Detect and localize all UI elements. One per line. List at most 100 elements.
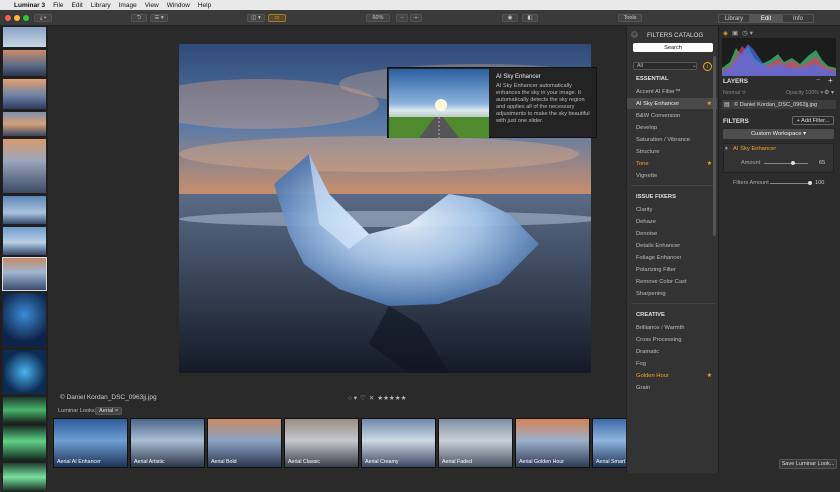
import-button[interactable]: ⤓ ▾	[34, 14, 52, 22]
filter-item[interactable]: Structure	[627, 146, 717, 157]
layers-icon[interactable]: ◈	[723, 29, 728, 37]
sidebar-toggle-button[interactable]: ◫ ▾	[247, 14, 265, 22]
filter-item[interactable]: Details Enhancer	[627, 240, 717, 251]
filters-amount-slider[interactable]	[770, 183, 810, 184]
filter-item[interactable]: Fog	[627, 358, 717, 369]
compare-button[interactable]: ◧	[522, 14, 538, 22]
close-icon[interactable]: ×	[631, 31, 638, 38]
filter-item-selected[interactable]: AI Sky Enhancer ★	[627, 98, 717, 109]
filter-item[interactable]: Tone ★	[627, 158, 717, 169]
history-button[interactable]: ⮌	[131, 14, 147, 22]
filmstrip-toggle-button[interactable]: ▭	[268, 14, 286, 22]
filter-item[interactable]: Dehaze	[627, 216, 717, 227]
filter-card-title[interactable]: AI Sky Enhancer	[733, 146, 776, 152]
gear-icon[interactable]: ⚙ ▾	[824, 89, 834, 96]
menu-file[interactable]: File	[53, 2, 63, 9]
look-thumbnail[interactable]: Aerial Golden Hour	[515, 418, 590, 468]
view-options-button[interactable]: ☰ ▾	[150, 14, 168, 22]
thumbnail[interactable]	[2, 462, 47, 492]
filter-item[interactable]: Sharpening	[627, 288, 717, 299]
amount-slider[interactable]	[764, 163, 808, 164]
catalog-filter-select[interactable]: All ⌄	[633, 62, 697, 70]
opacity-select[interactable]: Opacity 100% ▾	[786, 90, 823, 96]
menu-edit[interactable]: Edit	[72, 2, 83, 9]
look-thumbnail[interactable]: Aerial Artistic	[130, 418, 205, 468]
zoom-select[interactable]: 60%	[366, 14, 390, 22]
history-icon[interactable]: ◷ ▾	[742, 29, 753, 37]
filter-item[interactable]: B&W Conversion	[627, 110, 717, 121]
filter-item[interactable]: Polarizing Filter	[627, 264, 717, 275]
blend-mode-select[interactable]: Normal ≎	[723, 90, 746, 96]
tools-button[interactable]: Tools	[618, 14, 642, 22]
filter-item[interactable]: Brilliance / Warmth	[627, 322, 717, 333]
star-rating[interactable]: ★★★★★	[377, 394, 406, 402]
zoom-window-button[interactable]	[23, 15, 29, 21]
thumbnail[interactable]	[2, 226, 47, 256]
zoom-out-button[interactable]: −	[396, 14, 408, 22]
look-thumbnail[interactable]: Aerial Creamy	[361, 418, 436, 468]
close-window-button[interactable]	[5, 15, 11, 21]
star-icon[interactable]: ★	[707, 100, 712, 107]
catalog-scrollbar[interactable]	[713, 56, 716, 236]
app-name[interactable]: Luminar 3	[14, 2, 45, 9]
amount-value[interactable]: 65	[819, 160, 825, 166]
filter-item[interactable]: Develop	[627, 122, 717, 133]
look-thumbnail[interactable]: Aerial Bold	[207, 418, 282, 468]
filter-item[interactable]: Saturation / Vibrance	[627, 134, 717, 145]
filter-item[interactable]: Remove Color Cast	[627, 276, 717, 287]
reject-flag-icon[interactable]: ○ ▾	[348, 394, 357, 402]
layer-row[interactable]: ▤ © Daniel Kordan_DSC_0963jj.jpg	[722, 100, 836, 109]
collapse-icon[interactable]: ▾	[725, 146, 728, 152]
menu-window[interactable]: Window	[167, 2, 190, 9]
filter-item[interactable]: Clarity	[627, 204, 717, 215]
add-layer-icon[interactable]: +	[828, 76, 833, 85]
filter-item[interactable]: Vignette	[627, 170, 717, 181]
menu-image[interactable]: Image	[119, 2, 137, 9]
thumbnail[interactable]	[2, 396, 47, 424]
thumbnail[interactable]	[2, 195, 47, 225]
tab-library[interactable]: Library	[718, 14, 750, 23]
thumbnail[interactable]	[2, 349, 47, 395]
add-filter-button[interactable]: + Add Filter...	[792, 116, 834, 125]
filter-item[interactable]: Golden Hour ★	[627, 370, 717, 381]
filter-item[interactable]: Foliage Enhancer	[627, 252, 717, 263]
amount-slider-handle[interactable]	[790, 161, 795, 165]
star-icon[interactable]: ★	[707, 372, 712, 379]
canvas-icon[interactable]: ▣	[732, 29, 738, 37]
zoom-in-button[interactable]: +	[410, 14, 422, 22]
minimize-window-button[interactable]	[14, 15, 20, 21]
thumbnail[interactable]	[2, 111, 47, 137]
menu-library[interactable]: Library	[91, 2, 111, 9]
look-thumbnail[interactable]: Aerial Faded	[438, 418, 513, 468]
save-look-button[interactable]: Save Luminar Look...	[779, 459, 837, 469]
menu-view[interactable]: View	[145, 2, 159, 9]
workspace-select[interactable]: Custom Workspace ▾	[723, 129, 834, 139]
menu-help[interactable]: Help	[198, 2, 211, 9]
thumbnail[interactable]	[2, 425, 47, 461]
info-icon[interactable]: i	[703, 62, 712, 71]
look-thumbnail[interactable]: Aerial Classic	[284, 418, 359, 468]
thumbnail-selected[interactable]	[2, 257, 47, 291]
filter-item[interactable]: Dramatic	[627, 346, 717, 357]
filter-item[interactable]: Accent AI Filter™	[627, 86, 717, 97]
star-icon[interactable]: ★	[707, 160, 712, 167]
tab-info[interactable]: Info	[782, 14, 814, 23]
catalog-search-input[interactable]: Search	[633, 43, 713, 52]
thumbnail[interactable]	[2, 26, 47, 48]
look-thumbnail[interactable]: Aerial AI Enhancer	[53, 418, 128, 468]
reject-icon[interactable]: ✕	[369, 394, 374, 402]
filter-item[interactable]: Denoise	[627, 228, 717, 239]
thumbnail[interactable]	[2, 49, 47, 77]
thumbnail[interactable]	[2, 138, 47, 194]
filter-item[interactable]: Grain	[627, 382, 717, 393]
looks-category-select[interactable]: Aerial ×	[95, 407, 123, 415]
thumbnail[interactable]	[2, 78, 47, 110]
tab-edit[interactable]: Edit	[750, 14, 782, 23]
filters-amount-value[interactable]: 100	[815, 180, 824, 186]
heart-icon[interactable]: ♡	[360, 394, 366, 402]
layer-options-icon[interactable]: −	[816, 77, 820, 84]
filters-amount-slider-handle[interactable]	[808, 181, 812, 185]
filter-item[interactable]: Cross Processing	[627, 334, 717, 345]
preview-button[interactable]: ◉	[502, 14, 518, 22]
thumbnail[interactable]	[2, 292, 47, 348]
